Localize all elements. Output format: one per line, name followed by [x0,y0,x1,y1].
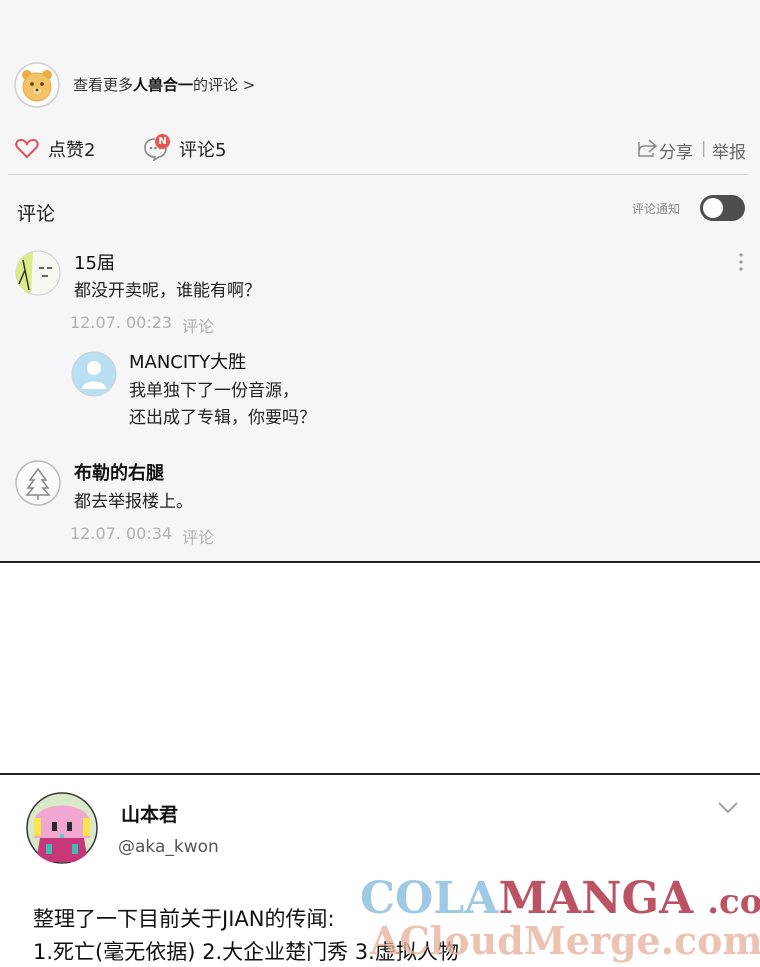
share-button[interactable]: 分享 [659,138,693,163]
tweet-text-line1: 整理了一下目前关于JIAN的传闻: [33,907,335,931]
watermark-line1: COLAMANGA .com [360,873,760,924]
blank-gutter [0,563,760,773]
watermark-cola: COLA [360,873,499,924]
watermark-line2: ACloudMerge.com [370,918,760,963]
comment-text: 都去举报楼上。 [74,492,193,512]
watermark-com: .com [707,882,760,922]
chevron-down-icon[interactable] [717,800,739,814]
comment-username[interactable]: 布勒的右腿 [74,459,164,485]
report-button[interactable]: 举报 [712,138,746,163]
reply-link[interactable]: 评论 [182,313,214,337]
reply-link[interactable]: 评论 [182,524,214,548]
comment-username[interactable]: 15届 [74,249,115,275]
more-link-suffix: 的评论 > [193,76,256,94]
reply-text-line1: 我单独下了一份音源， [129,381,299,401]
divider [8,174,748,175]
reply-avatar [71,351,117,397]
like-button[interactable]: 点赞2 [48,136,95,162]
more-link-prefix: 查看更多 [73,76,134,94]
comment-text: 都没开卖呢，谁能有啊？ [74,281,261,301]
action-divider: | [701,138,707,157]
notify-label: 评论通知 [632,202,681,216]
more-comments-link[interactable]: 查看更多人兽合一的评论 > [73,74,255,95]
comment-time: 12.07. 00:23 [70,313,173,332]
tweet-name[interactable]: 山本君 [121,800,178,827]
toggle-knob [703,198,723,218]
notify-toggle[interactable] [700,195,745,221]
share-icon[interactable] [636,138,658,158]
comments-title: 评论 [17,203,56,225]
heart-icon[interactable] [15,137,39,159]
new-badge: N [155,134,170,149]
more-link-bold: 人兽合一 [133,76,194,94]
more-options-icon[interactable] [737,252,745,272]
tree-avatar-icon [15,460,61,506]
watermark-manga: MANGA [498,873,694,924]
reply-username[interactable]: MANCITY大胜 [129,348,246,374]
panel-border [0,773,760,775]
comment-count-button[interactable]: 评论5 [179,136,226,162]
tweet-avatar [26,792,98,864]
user-avatar-15 [15,250,61,296]
reply-text-line2: 还出成了专辑，你要吗？ [129,408,316,428]
tweet-handle[interactable]: @aka_kwon [118,837,219,857]
bear-avatar-icon [14,62,60,108]
comment-time: 12.07. 00:34 [70,524,173,543]
